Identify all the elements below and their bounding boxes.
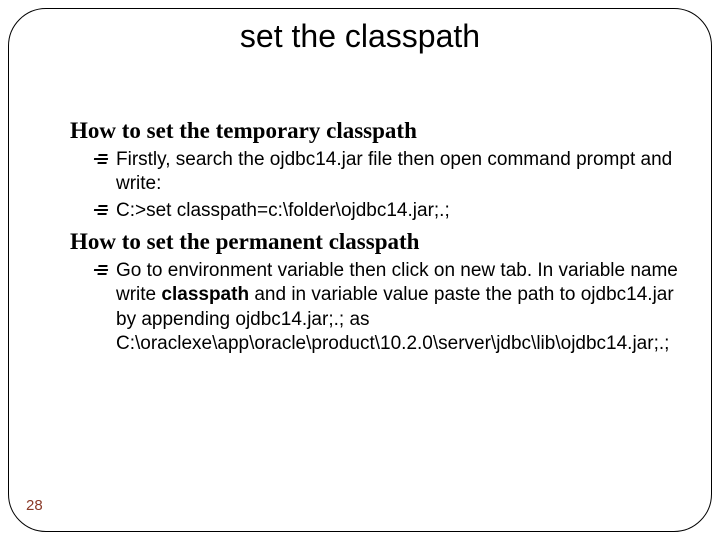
bullet-text: Firstly, search the ojdbc14.jar file the…	[116, 149, 672, 194]
slide-title: set the classpath	[0, 18, 720, 55]
page-number: 28	[26, 497, 43, 514]
bullet-item: Go to environment variable then click on…	[94, 259, 680, 356]
section-heading: How to set the permanent classpath	[70, 229, 680, 255]
bullet-list: Go to environment variable then click on…	[70, 259, 680, 356]
bullet-text-bold: classpath	[161, 284, 249, 305]
bullet-text: C:>set classpath=c:\folder\ojdbc14.jar;.…	[116, 200, 450, 221]
slide: set the classpath How to set the tempora…	[0, 0, 720, 540]
bullet-list: Firstly, search the ojdbc14.jar file the…	[70, 148, 680, 223]
slide-content: How to set the temporary classpath First…	[70, 112, 680, 358]
bullet-item: Firstly, search the ojdbc14.jar file the…	[94, 148, 680, 197]
bullet-item: C:>set classpath=c:\folder\ojdbc14.jar;.…	[94, 199, 680, 223]
section-heading: How to set the temporary classpath	[70, 118, 680, 144]
